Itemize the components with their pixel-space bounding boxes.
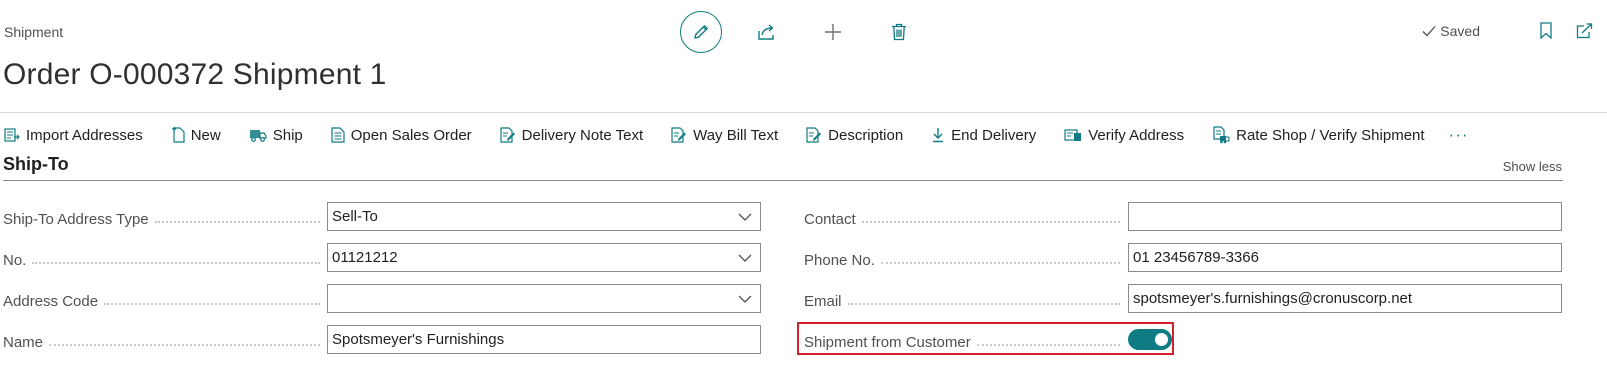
checkmark-icon — [1422, 25, 1436, 36]
open-new-window-icon — [1576, 22, 1593, 38]
email-label: Email — [804, 290, 1120, 310]
verify-address-icon — [1064, 129, 1082, 141]
open-sales-order-button[interactable]: Open Sales Order — [331, 127, 472, 144]
section-divider — [3, 180, 1563, 181]
bookmark-icon — [1540, 22, 1552, 39]
section-title: Ship-To — [3, 154, 69, 174]
delete-icon — [892, 23, 906, 41]
saved-status: Saved — [1422, 23, 1480, 39]
edit-button[interactable] — [680, 11, 722, 53]
address-code-field[interactable] — [327, 284, 761, 313]
edit-document-icon — [671, 127, 687, 143]
new-button[interactable] — [812, 11, 854, 53]
edit-icon — [694, 25, 708, 39]
way-bill-text-button[interactable]: Way Bill Text — [671, 127, 778, 144]
chevron-down-icon — [730, 213, 760, 221]
delivery-note-text-button[interactable]: Delivery Note Text — [500, 127, 643, 144]
delete-button[interactable] — [878, 11, 920, 53]
email-field[interactable]: spotsmeyer's.furnishings@cronuscorp.net — [1128, 284, 1562, 313]
header-separator — [0, 112, 1607, 113]
edit-document-icon — [500, 127, 515, 143]
more-options-button[interactable]: ··· — [1449, 125, 1469, 145]
share-button[interactable] — [746, 11, 788, 53]
top-action-bar — [680, 11, 944, 53]
page-title: Order O-000372 Shipment 1 — [3, 58, 387, 91]
no-field[interactable]: 01121212 — [327, 243, 761, 272]
ship-to-address-type-select[interactable]: Sell-To — [327, 202, 761, 231]
chevron-down-icon — [730, 295, 760, 303]
contact-field[interactable] — [1128, 202, 1562, 231]
name-field[interactable]: Spotsmeyer's Furnishings — [327, 325, 761, 354]
contact-label: Contact — [804, 208, 1120, 228]
new-button[interactable]: New — [171, 127, 221, 144]
new-document-icon — [171, 127, 185, 143]
rate-shop-verify-shipment-button[interactable]: Rate Shop / Verify Shipment — [1212, 126, 1425, 144]
name-label: Name — [3, 331, 320, 351]
action-bar: Import Addresses New Ship Open Sales Ord… — [4, 124, 1469, 146]
page-caption: Shipment — [4, 24, 64, 40]
chevron-down-icon — [730, 254, 760, 262]
verify-address-button[interactable]: Verify Address — [1064, 127, 1184, 144]
open-new-window-button[interactable] — [1576, 22, 1593, 39]
download-icon — [933, 128, 944, 143]
plus-icon — [825, 24, 841, 40]
share-icon — [758, 24, 774, 40]
phone-no-field[interactable]: 01 23456789-3366 — [1128, 243, 1562, 272]
toggle-knob — [1155, 333, 1168, 346]
shipment-from-customer-toggle[interactable] — [1128, 329, 1172, 350]
end-delivery-button[interactable]: End Delivery — [931, 127, 1036, 144]
import-addresses-icon — [4, 128, 20, 142]
description-button[interactable]: Description — [806, 127, 903, 144]
ship-button[interactable]: Ship — [249, 127, 303, 144]
show-less-link[interactable]: Show less — [1503, 159, 1562, 174]
address-code-label: Address Code — [3, 290, 320, 310]
import-addresses-button[interactable]: Import Addresses — [4, 127, 143, 144]
shipment-from-customer-label: Shipment from Customer — [804, 331, 1120, 351]
edit-document-icon — [806, 127, 822, 143]
ship-to-address-type-label: Ship-To Address Type — [3, 208, 320, 228]
status-area: Saved — [1422, 22, 1593, 39]
phone-no-label: Phone No. — [804, 249, 1120, 269]
saved-label: Saved — [1440, 22, 1480, 39]
bookmark-button[interactable] — [1540, 22, 1552, 39]
document-icon — [331, 127, 345, 143]
rate-shop-icon — [1213, 126, 1230, 144]
no-label: No. — [3, 249, 320, 269]
truck-icon — [249, 130, 267, 142]
